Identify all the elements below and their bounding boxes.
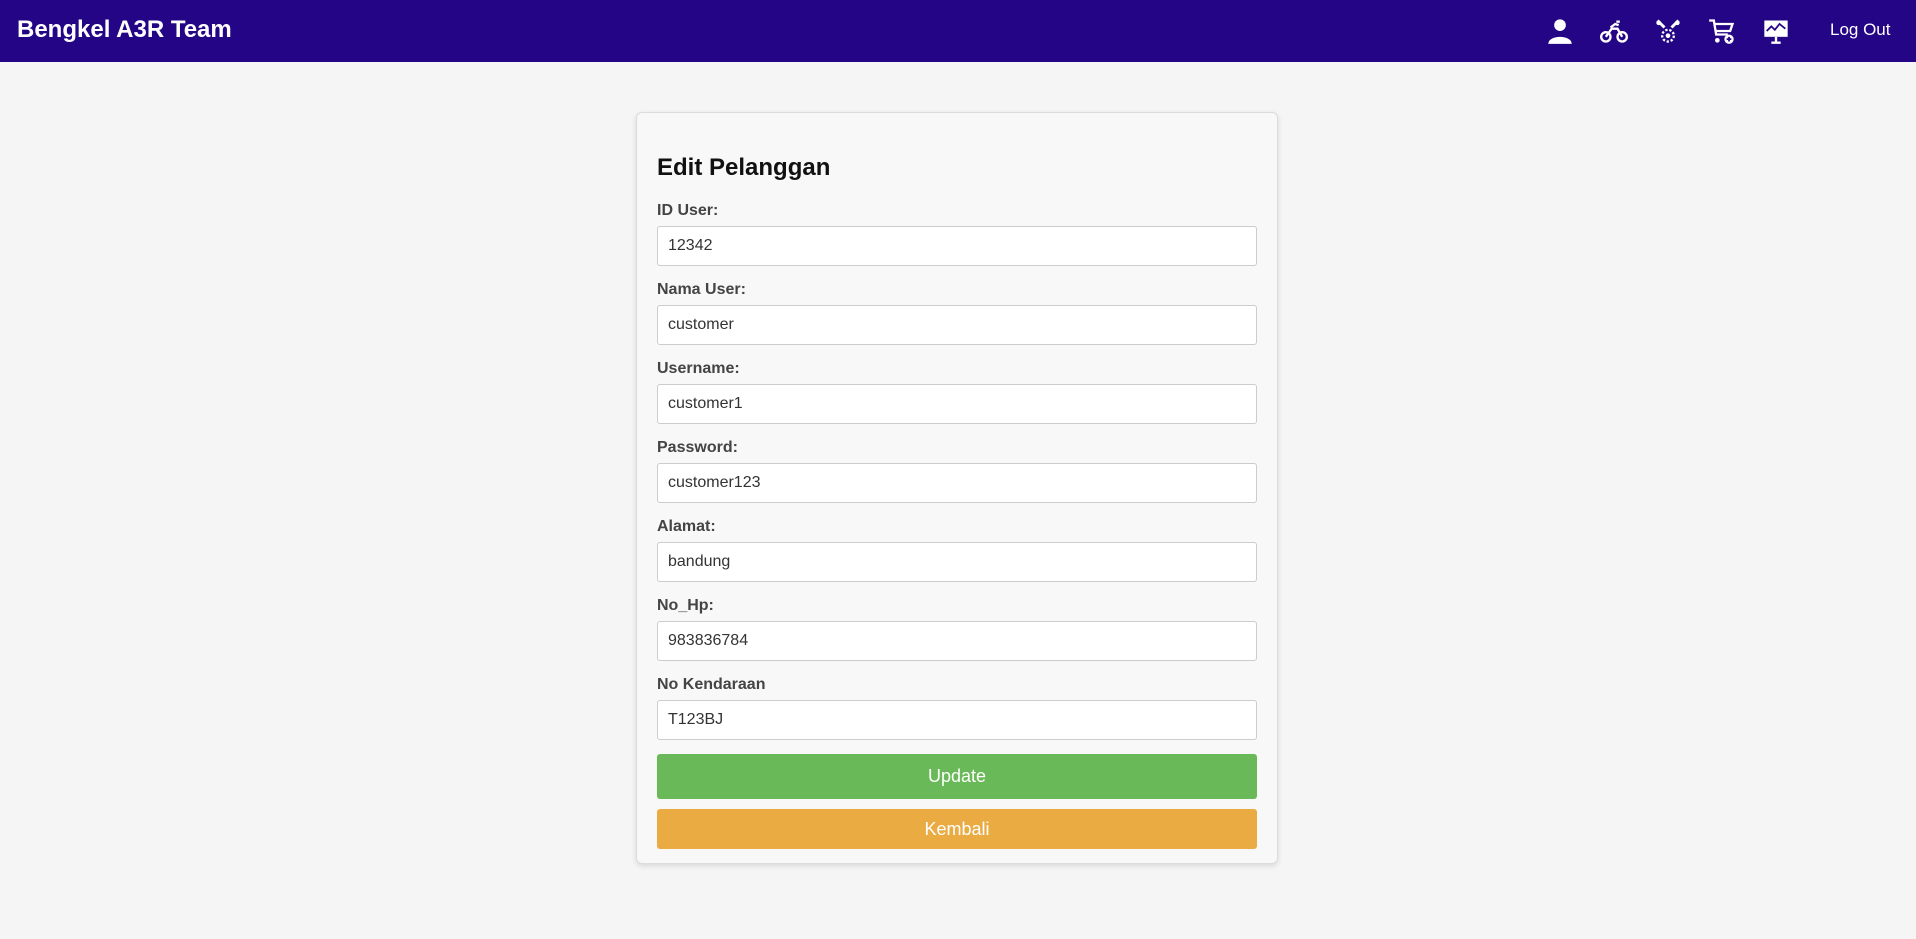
id-user-input[interactable] (657, 226, 1257, 266)
field-id-user: ID User: (657, 201, 1257, 266)
cart-icon[interactable] (1707, 16, 1737, 46)
field-label: No_Hp: (657, 597, 714, 614)
field-alamat: Alamat: (657, 517, 1257, 582)
field-nama-user: Nama User: (657, 280, 1257, 345)
page-title: Edit Pelanggan (657, 154, 831, 181)
logout-link[interactable]: Log Out (1830, 0, 1891, 62)
update-button[interactable]: Update (657, 754, 1257, 799)
field-label: Password: (657, 439, 738, 456)
field-label: Alamat: (657, 518, 716, 535)
field-no-hp: No_Hp: (657, 596, 1257, 661)
user-icon[interactable] (1545, 16, 1575, 46)
parts-icon[interactable] (1653, 16, 1683, 46)
brand-title[interactable]: Bengkel A3R Team (17, 0, 232, 62)
back-button[interactable]: Kembali (657, 809, 1257, 849)
nama-user-input[interactable] (657, 305, 1257, 345)
nav-icon-group (1545, 0, 1815, 62)
no-hp-input[interactable] (657, 621, 1257, 661)
username-input[interactable] (657, 384, 1257, 424)
alamat-input[interactable] (657, 542, 1257, 582)
password-input[interactable] (657, 463, 1257, 503)
no-kendaraan-input[interactable] (657, 700, 1257, 740)
top-navbar: Bengkel A3R Team Log Out (0, 0, 1916, 62)
field-password: Password: (657, 438, 1257, 503)
edit-customer-card: Edit Pelanggan ID User: Nama User: Usern… (636, 112, 1278, 864)
field-label: Nama User: (657, 281, 746, 298)
field-label: No Kendaraan (657, 676, 766, 693)
field-username: Username: (657, 359, 1257, 424)
field-label: ID User: (657, 202, 719, 219)
field-no-kendaraan: No Kendaraan (657, 675, 1257, 740)
report-icon[interactable] (1761, 16, 1791, 46)
motorcycle-icon[interactable] (1599, 16, 1629, 46)
field-label: Username: (657, 360, 740, 377)
